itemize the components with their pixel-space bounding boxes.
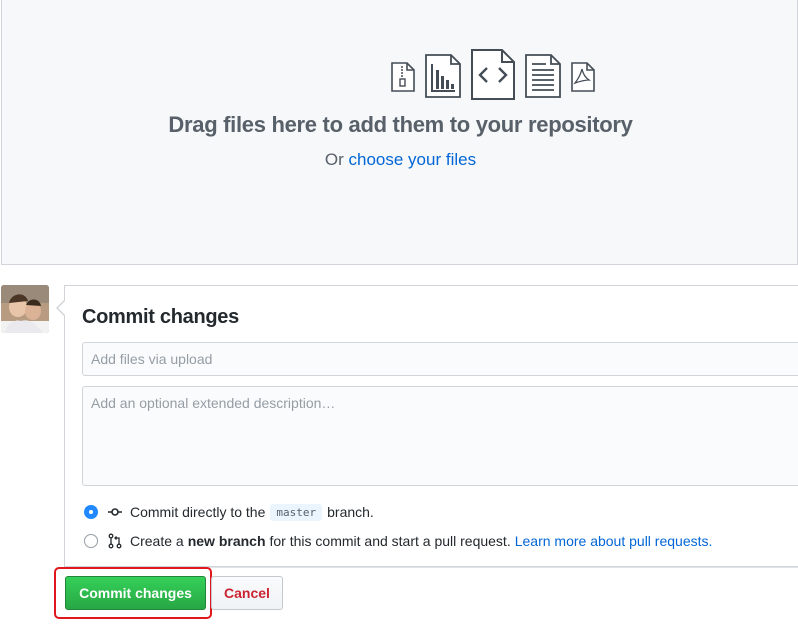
zip-file-icon xyxy=(391,62,415,92)
new-branch-bold: new branch xyxy=(187,533,266,549)
code-file-icon xyxy=(471,49,515,100)
commit-title: Commit changes xyxy=(82,306,239,328)
drop-zone-subtitle: Or choose your files xyxy=(2,150,798,170)
commit-direct-radio[interactable] xyxy=(84,505,98,519)
commit-changes-button[interactable]: Commit changes xyxy=(65,576,206,610)
learn-more-pull-requests-link[interactable]: Learn more about pull requests. xyxy=(515,533,713,549)
git-commit-icon xyxy=(108,508,122,516)
graph-file-icon xyxy=(425,54,461,98)
branch-name-badge: master xyxy=(270,503,323,521)
new-branch-text-after: for this commit and start a pull request… xyxy=(269,533,511,549)
file-type-icons xyxy=(390,49,600,101)
panel-pointer-inner xyxy=(58,301,65,315)
commit-direct-text: Commit directly to the xyxy=(130,504,266,520)
git-pull-request-icon xyxy=(108,533,122,549)
new-branch-option[interactable]: Create a new branch for this commit and … xyxy=(84,530,712,552)
commit-direct-option[interactable]: Commit directly to the master branch. xyxy=(84,501,374,523)
cancel-button[interactable]: Cancel xyxy=(211,576,283,610)
choose-files-link[interactable]: choose your files xyxy=(349,150,477,169)
avatar xyxy=(1,285,49,333)
new-branch-text-before: Create a xyxy=(130,533,184,549)
text-file-icon xyxy=(525,54,561,98)
commit-summary-input[interactable] xyxy=(82,342,798,376)
new-branch-radio[interactable] xyxy=(84,534,98,548)
drop-zone-or-text: Or xyxy=(324,150,344,169)
commit-direct-text-after: branch. xyxy=(327,504,374,520)
drop-zone-title: Drag files here to add them to your repo… xyxy=(168,112,633,137)
pdf-file-icon xyxy=(571,62,595,92)
file-drop-zone[interactable]: Drag files here to add them to your repo… xyxy=(1,0,798,265)
commit-description-input[interactable] xyxy=(82,386,798,486)
